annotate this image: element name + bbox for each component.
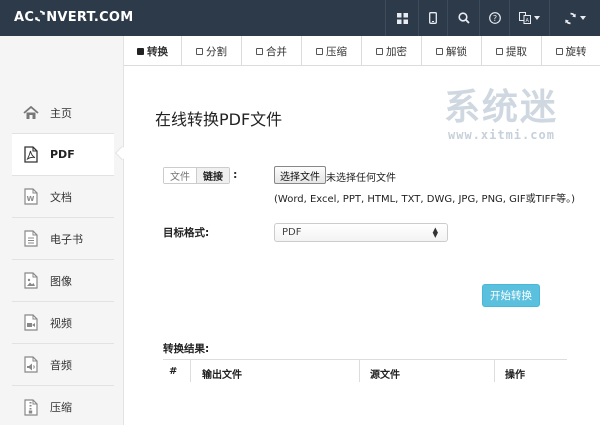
sidebar-item-label: 音频 (50, 358, 72, 372)
chevron-down-icon (580, 16, 586, 20)
tab-label: 提取 (506, 45, 527, 58)
result-table-divider (359, 360, 360, 382)
convert-cycle-icon (35, 10, 46, 22)
svg-text:A: A (525, 18, 529, 24)
pdf-icon (22, 146, 40, 164)
search-icon (457, 12, 470, 24)
watermark: 系统迷 www.xitmi.com (444, 88, 584, 150)
tab-convert[interactable]: 转换 (124, 36, 182, 66)
sidebar-item-label: 视频 (50, 316, 72, 330)
result-col-output: 输出文件 (202, 370, 242, 381)
grid-icon (396, 12, 408, 24)
target-format-label: 目标格式: (163, 227, 210, 239)
checkbox-icon (196, 47, 203, 55)
result-label: 转换结果: (163, 343, 210, 355)
tool-tabs: 转换 分割 合并 压缩 加密 解锁 提取 旋转 (124, 36, 600, 66)
tab-label: 合并 (266, 45, 287, 58)
search-button[interactable] (447, 0, 479, 36)
checkbox-icon (137, 47, 144, 55)
sidebar-item-label: 电子书 (50, 232, 83, 246)
refresh-icon (565, 12, 576, 24)
tab-compress[interactable]: 压缩 (302, 36, 362, 66)
start-convert-button[interactable]: 开始转换 (482, 284, 540, 307)
apps-grid-button[interactable] (385, 0, 418, 36)
sidebar-item-documents[interactable]: W 文档 (12, 176, 114, 218)
source-link-tab[interactable]: 链接 (197, 168, 229, 183)
target-format-value: PDF (282, 227, 302, 238)
sidebar-item-audio[interactable]: 音频 (12, 344, 114, 386)
tab-split[interactable]: 分割 (182, 36, 242, 66)
audio-icon (22, 356, 40, 374)
tab-label: 解锁 (446, 45, 467, 58)
result-col-index: # (169, 366, 178, 377)
checkbox-icon (496, 47, 503, 55)
checkbox-icon (436, 47, 443, 55)
tab-rotate[interactable]: 旋转 (542, 36, 600, 66)
supported-formats-hint: (Word, Excel, PPT, HTML, TXT, DWG, JPG, … (274, 194, 576, 205)
sidebar-item-ebooks[interactable]: 电子书 (12, 218, 114, 260)
tab-label: 转换 (147, 45, 168, 58)
site-logo[interactable]: AC NVERT.COM (14, 0, 134, 36)
svg-text:W: W (27, 195, 35, 203)
sidebar-item-pdf[interactable]: PDF (12, 134, 114, 176)
svg-text:?: ? (492, 14, 496, 23)
checkbox-icon (555, 47, 563, 55)
result-table-divider (190, 360, 191, 382)
tab-label: 旋转 (565, 45, 587, 58)
tab-unlock[interactable]: 解锁 (422, 36, 482, 66)
sidebar-item-label: 文档 (50, 190, 72, 204)
no-file-chosen-text: 未选择任何文件 (326, 173, 396, 184)
sidebar-item-archives[interactable]: 压缩 (12, 386, 114, 425)
tab-merge[interactable]: 合并 (242, 36, 302, 66)
language-icon: A (519, 12, 531, 24)
top-bar: AC NVERT.COM ? A (0, 0, 600, 36)
tab-label: 分割 (206, 45, 227, 58)
sidebar-item-images[interactable]: 图像 (12, 260, 114, 302)
result-col-source: 源文件 (370, 370, 400, 381)
ebook-icon (22, 230, 40, 248)
source-colon: : (233, 168, 238, 181)
watermark-logo-text: 系统迷 (444, 87, 559, 128)
help-icon: ? (488, 12, 501, 24)
result-table-divider (494, 360, 495, 382)
home-icon (22, 104, 40, 122)
sidebar: 主页 PDF W 文档 电子书 图像 视频 音频 压缩 (0, 36, 124, 425)
choose-file-button[interactable]: 选择文件 (274, 166, 326, 184)
sidebar-item-label: 图像 (50, 274, 72, 288)
sidebar-item-label: 主页 (50, 106, 72, 120)
language-dropdown[interactable]: A (509, 0, 549, 36)
tab-encrypt[interactable]: 加密 (362, 36, 422, 66)
image-icon (22, 272, 40, 290)
logo-text-right: NVERT.COM (46, 10, 134, 25)
word-doc-icon: W (22, 188, 40, 206)
logo-text-left: AC (14, 10, 35, 25)
help-button[interactable]: ? (479, 0, 509, 36)
checkbox-icon (316, 47, 323, 55)
source-toggle: 文件 链接 (163, 167, 230, 184)
select-arrows-icon: ▲ ▼ (432, 226, 438, 239)
source-file-tab[interactable]: 文件 (164, 168, 197, 183)
sidebar-item-label: 压缩 (50, 401, 72, 414)
tab-label: 加密 (386, 45, 407, 58)
tab-extract[interactable]: 提取 (482, 36, 542, 66)
refresh-dropdown[interactable] (549, 0, 600, 36)
result-col-actions: 操作 (505, 370, 525, 381)
page-title: 在线转换PDF文件 (155, 110, 283, 129)
checkbox-icon (376, 47, 383, 55)
mobile-button[interactable] (418, 0, 447, 36)
target-format-select[interactable]: PDF ▲ ▼ (274, 223, 448, 242)
sidebar-item-label: PDF (50, 148, 75, 161)
archive-icon (22, 398, 40, 416)
checkbox-icon (256, 47, 263, 55)
tab-label: 压缩 (326, 45, 347, 58)
video-icon (22, 314, 40, 332)
result-table-top-border (163, 359, 567, 360)
mobile-icon (429, 12, 437, 24)
sidebar-item-video[interactable]: 视频 (12, 302, 114, 344)
chevron-down-icon (534, 16, 540, 20)
watermark-url: www.xitmi.com (448, 128, 555, 142)
sidebar-item-home[interactable]: 主页 (12, 92, 114, 134)
